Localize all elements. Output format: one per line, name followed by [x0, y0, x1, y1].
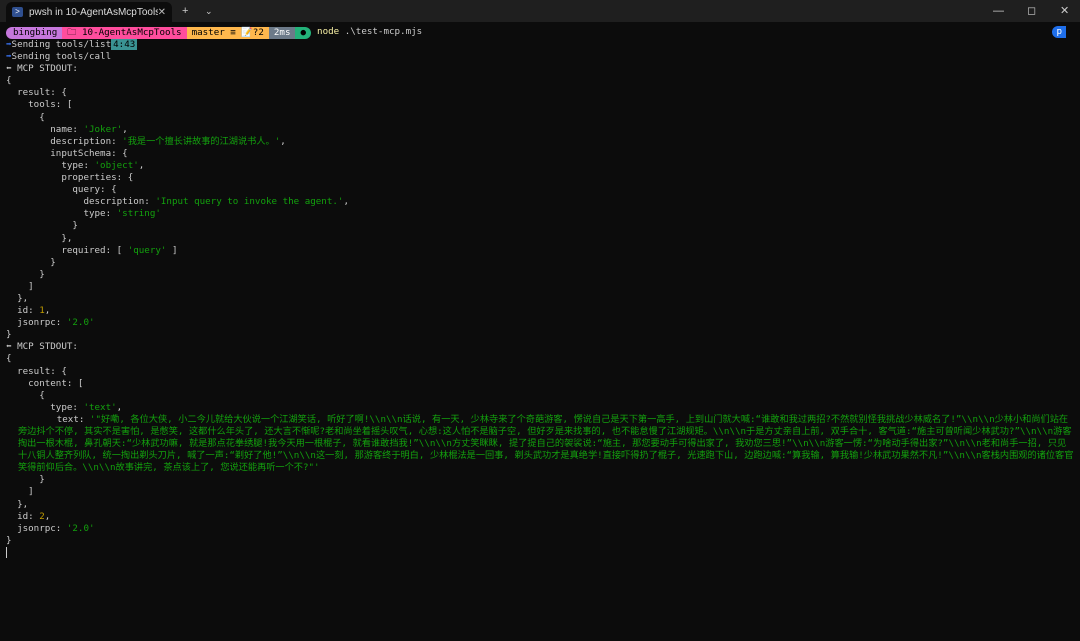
json-line: }: [6, 220, 78, 232]
json-line: content: [: [6, 377, 84, 389]
json-line: {: [6, 75, 12, 87]
command-args: .\test-mcp.mjs: [344, 26, 423, 38]
command-name: node: [317, 26, 340, 38]
dropdown-chevron-icon[interactable]: ⌄: [205, 3, 213, 19]
terminal-tab[interactable]: > pwsh in 10-AgentAsMcpTools ✕: [6, 2, 172, 22]
json-line: {: [6, 111, 45, 123]
prompt-status-icon: ●: [295, 26, 312, 39]
prompt-user: bingbing: [6, 26, 63, 39]
title-bar: > pwsh in 10-AgentAsMcpTools ✕ + ⌄ — ◻ ✕: [0, 0, 1080, 22]
json-line: }: [6, 256, 56, 268]
stdout-header: ⬅ MCP STDOUT:: [6, 63, 78, 75]
text-cursor: [6, 546, 7, 558]
json-line: type: 'string': [6, 208, 161, 220]
json-line: jsonrpc: '2.0': [6, 317, 95, 329]
new-tab-button[interactable]: +: [182, 3, 188, 19]
right-prompt-badge: p: [1052, 26, 1066, 38]
prompt-git-branch: master ≡ 📝?2: [186, 26, 269, 39]
json-line: id: 1,: [6, 305, 51, 317]
prompt-dir-name: 10-AgentAsMcpTools: [82, 26, 182, 38]
json-line: },: [6, 498, 29, 510]
json-line: }: [6, 534, 12, 546]
json-line: jsonrpc: '2.0': [6, 522, 95, 534]
json-line: description: 'Input query to invoke the …: [6, 196, 349, 208]
json-line: result: {: [6, 365, 67, 377]
output-line: ➡Sending tools/list 4:43: [6, 39, 138, 50]
terminal-output[interactable]: bingbing 🗀 10-AgentAsMcpTools master ≡ 📝…: [0, 22, 1080, 641]
json-line: type: 'text',: [6, 401, 123, 413]
json-line: }: [6, 329, 12, 341]
tab-close-icon[interactable]: ✕: [158, 7, 166, 18]
prompt-directory: 🗀 10-AgentAsMcpTools: [62, 26, 187, 39]
json-line: tools: [: [6, 99, 73, 111]
close-window-button[interactable]: ✕: [1060, 3, 1069, 19]
json-line: id: 2,: [6, 510, 51, 522]
shell-prompt: bingbing 🗀 10-AgentAsMcpTools master ≡ 📝…: [6, 26, 1074, 39]
output-line: ➡Sending tools/call: [6, 51, 112, 63]
json-line: required: [ 'query' ]: [6, 244, 178, 256]
json-text-block: text: '"好嘞, 各位大侠, 小二今儿就给大伙说一个江湖笑话, 听好了啊!…: [18, 413, 1074, 474]
maximize-button[interactable]: ◻: [1027, 3, 1036, 19]
json-line: inputSchema: {: [6, 147, 128, 159]
json-line: }: [6, 474, 45, 486]
json-line: {: [6, 353, 12, 365]
prompt-command: node .\test-mcp.mjs: [317, 26, 422, 38]
json-line: }: [6, 268, 45, 280]
json-line: type: 'object',: [6, 159, 145, 171]
json-line: {: [6, 389, 45, 401]
json-line: description: '我是一个擅长讲故事的江湖说书人。',: [6, 135, 286, 147]
json-line: result: {: [6, 87, 67, 99]
json-line: properties: {: [6, 172, 134, 184]
time-badge: 4:43: [111, 39, 138, 50]
json-line: },: [6, 292, 29, 304]
stdout-header: ⬅ MCP STDOUT:: [6, 341, 78, 353]
json-line: ]: [6, 280, 34, 292]
json-line: ]: [6, 486, 34, 498]
json-line: query: {: [6, 184, 117, 196]
json-line: name: 'Joker',: [6, 123, 128, 135]
cursor-line[interactable]: [6, 546, 1074, 559]
powershell-icon: >: [12, 7, 23, 17]
prompt-duration: 2ms: [268, 26, 296, 39]
json-line: },: [6, 232, 73, 244]
tab-title: pwsh in 10-AgentAsMcpTools: [29, 6, 158, 18]
minimize-button[interactable]: —: [993, 3, 1004, 19]
